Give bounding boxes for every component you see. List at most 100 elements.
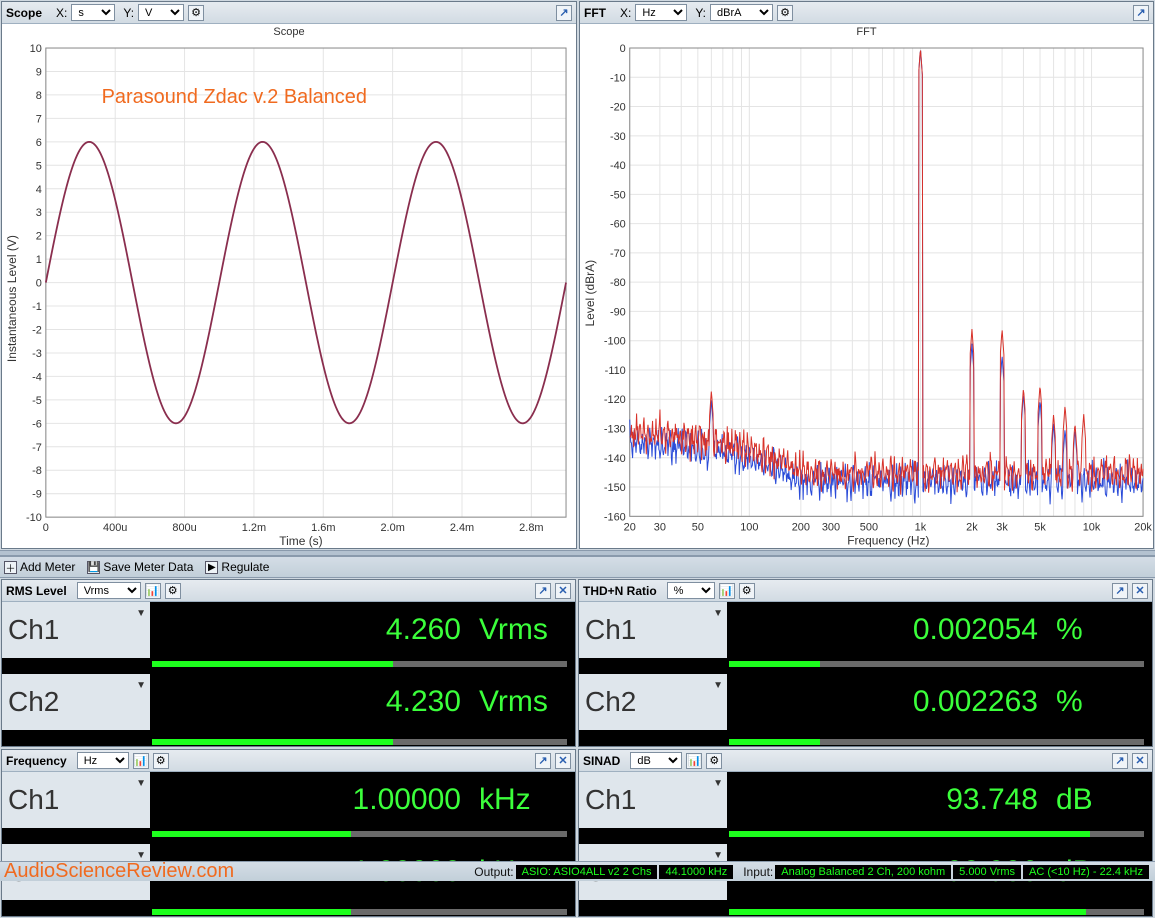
close-icon[interactable]: ✕ <box>555 583 571 599</box>
chevron-down-icon[interactable]: ▼ <box>713 778 723 789</box>
svg-text:8: 8 <box>36 90 42 102</box>
thdn-ch2-label: Ch2 ▼ <box>579 674 727 730</box>
rms-ch1-bar <box>2 658 575 674</box>
svg-text:3: 3 <box>36 207 42 219</box>
thdn-meter-panel: THD+N Ratio % 📊 ⚙ ↗ ✕ Ch1 ▼ 0.002054 % <box>578 579 1153 747</box>
add-meter-button[interactable]: ＋ Add Meter <box>4 560 75 574</box>
chevron-down-icon[interactable]: ▼ <box>136 680 146 691</box>
svg-text:2.0m: 2.0m <box>380 522 404 534</box>
thdn-header: THD+N Ratio % 📊 ⚙ ↗ ✕ <box>579 580 1152 602</box>
freq-ch1-unit: kHz <box>479 783 565 817</box>
popout-icon[interactable]: ↗ <box>1133 5 1149 21</box>
sinad-ch1-row: Ch1 ▼ 93.748 dB <box>579 772 1152 828</box>
sinad-ch1-label: Ch1 ▼ <box>579 772 727 828</box>
popout-icon[interactable]: ↗ <box>556 5 572 21</box>
chevron-down-icon[interactable]: ▼ <box>713 680 723 691</box>
svg-text:20k: 20k <box>1134 521 1152 533</box>
envelope-icon[interactable]: 📊 <box>719 583 735 599</box>
scope-annotation: Parasound Zdac v.2 Balanced <box>102 86 367 108</box>
svg-text:-4: -4 <box>32 371 42 383</box>
gear-icon[interactable]: ⚙ <box>706 753 722 769</box>
scope-y-axis-label: Instantaneous Level (V) <box>5 235 19 362</box>
freq-ch2-bar <box>2 900 575 916</box>
sinad-meter-panel: SINAD dB 📊 ⚙ ↗ ✕ Ch1 ▼ 93.748 dB <box>578 749 1153 917</box>
thdn-ch2-number: 0.002263 <box>913 685 1038 719</box>
close-icon[interactable]: ✕ <box>1132 753 1148 769</box>
svg-text:20: 20 <box>624 521 636 533</box>
svg-text:200: 200 <box>792 521 810 533</box>
svg-text:-140: -140 <box>604 453 626 465</box>
svg-text:-7: -7 <box>32 442 42 454</box>
status-output-value[interactable]: ASIO: ASIO4ALL v2 2 Chs <box>516 865 658 879</box>
svg-text:5: 5 <box>36 160 42 172</box>
save-meter-data-button[interactable]: 💾 Save Meter Data <box>87 560 193 574</box>
scope-x-label: X: <box>56 6 67 20</box>
fft-header: FFT X: Hz Y: dBrA ⚙ ↗ <box>580 2 1153 24</box>
chevron-down-icon[interactable]: ▼ <box>136 608 146 619</box>
envelope-icon[interactable]: 📊 <box>145 583 161 599</box>
svg-text:3k: 3k <box>996 521 1008 533</box>
rms-unit-select[interactable]: Vrms <box>77 582 141 599</box>
envelope-icon[interactable]: 📊 <box>686 753 702 769</box>
scope-chart[interactable]: -10-9-8-7-6-5-4-3-2-1012345678910 0400u8… <box>2 38 576 549</box>
svg-text:0: 0 <box>43 522 49 534</box>
close-icon[interactable]: ✕ <box>555 753 571 769</box>
svg-text:1k: 1k <box>915 521 927 533</box>
fft-title: FFT <box>584 6 606 20</box>
rms-ch2-row: Ch2 ▼ 4.230 Vrms <box>2 674 575 730</box>
chevron-down-icon[interactable]: ▼ <box>713 608 723 619</box>
thdn-unit-select[interactable]: % <box>667 582 715 599</box>
scope-y-unit-select[interactable]: V <box>138 4 184 21</box>
envelope-icon[interactable]: 📊 <box>133 753 149 769</box>
gear-icon[interactable]: ⚙ <box>739 583 755 599</box>
status-level[interactable]: 5.000 Vrms <box>953 865 1021 879</box>
close-icon[interactable]: ✕ <box>1132 583 1148 599</box>
svg-text:0: 0 <box>36 278 42 290</box>
fft-chart[interactable]: 0-10-20-30-40-50-60-70-80-90-100-110-120… <box>580 38 1153 548</box>
status-filter[interactable]: AC (<10 Hz) - 22.4 kHz <box>1023 865 1149 879</box>
gear-icon[interactable]: ⚙ <box>188 5 204 21</box>
svg-text:9: 9 <box>36 66 42 78</box>
sinad-unit-select[interactable]: dB <box>630 752 682 769</box>
plus-icon: ＋ <box>4 561 17 574</box>
fft-x-axis-label: Frequency (Hz) <box>847 533 929 547</box>
scope-x-unit-select[interactable]: s <box>71 4 115 21</box>
freq-ch1-label: Ch1 ▼ <box>2 772 150 828</box>
svg-text:-10: -10 <box>26 512 42 524</box>
svg-text:-50: -50 <box>610 189 626 201</box>
svg-text:10k: 10k <box>1083 521 1101 533</box>
popout-icon[interactable]: ↗ <box>535 753 551 769</box>
chevron-down-icon[interactable]: ▼ <box>136 778 146 789</box>
sinad-ch1-number: 93.748 <box>946 783 1038 817</box>
svg-text:-160: -160 <box>604 511 626 523</box>
rms-header: RMS Level Vrms 📊 ⚙ ↗ ✕ <box>2 580 575 602</box>
thdn-ch2-unit: % <box>1056 685 1142 719</box>
fft-x-unit-select[interactable]: Hz <box>635 4 687 21</box>
popout-icon[interactable]: ↗ <box>535 583 551 599</box>
popout-icon[interactable]: ↗ <box>1112 583 1128 599</box>
gear-icon[interactable]: ⚙ <box>153 753 169 769</box>
chevron-down-icon[interactable]: ▼ <box>713 850 723 861</box>
fft-y-unit-select[interactable]: dBrA <box>710 4 773 21</box>
svg-text:50: 50 <box>692 521 704 533</box>
scope-y-label: Y: <box>123 6 134 20</box>
play-icon: ▶ <box>205 561 218 574</box>
status-output-label: Output: <box>474 865 513 879</box>
fft-y-axis-label: Level (dBrA) <box>583 260 597 327</box>
svg-text:-40: -40 <box>610 160 626 172</box>
freq-meter-panel: Frequency Hz 📊 ⚙ ↗ ✕ Ch1 ▼ 1.00000 kHz <box>1 749 576 917</box>
svg-text:1.2m: 1.2m <box>242 522 266 534</box>
svg-text:-20: -20 <box>610 102 626 114</box>
svg-text:2.8m: 2.8m <box>519 522 543 534</box>
regulate-button[interactable]: ▶ Regulate <box>205 560 269 574</box>
popout-icon[interactable]: ↗ <box>1112 753 1128 769</box>
status-input-value[interactable]: Analog Balanced 2 Ch, 200 kohm <box>775 865 951 879</box>
svg-text:-90: -90 <box>610 306 626 318</box>
gear-icon[interactable]: ⚙ <box>165 583 181 599</box>
svg-text:-9: -9 <box>32 489 42 501</box>
gear-icon[interactable]: ⚙ <box>777 5 793 21</box>
status-sample-rate[interactable]: 44.1000 kHz <box>659 865 733 879</box>
freq-unit-select[interactable]: Hz <box>77 752 129 769</box>
freq-ch1-value: 1.00000 kHz <box>150 772 575 828</box>
meter-toolbar: ＋ Add Meter 💾 Save Meter Data ▶ Regulate <box>0 556 1155 578</box>
